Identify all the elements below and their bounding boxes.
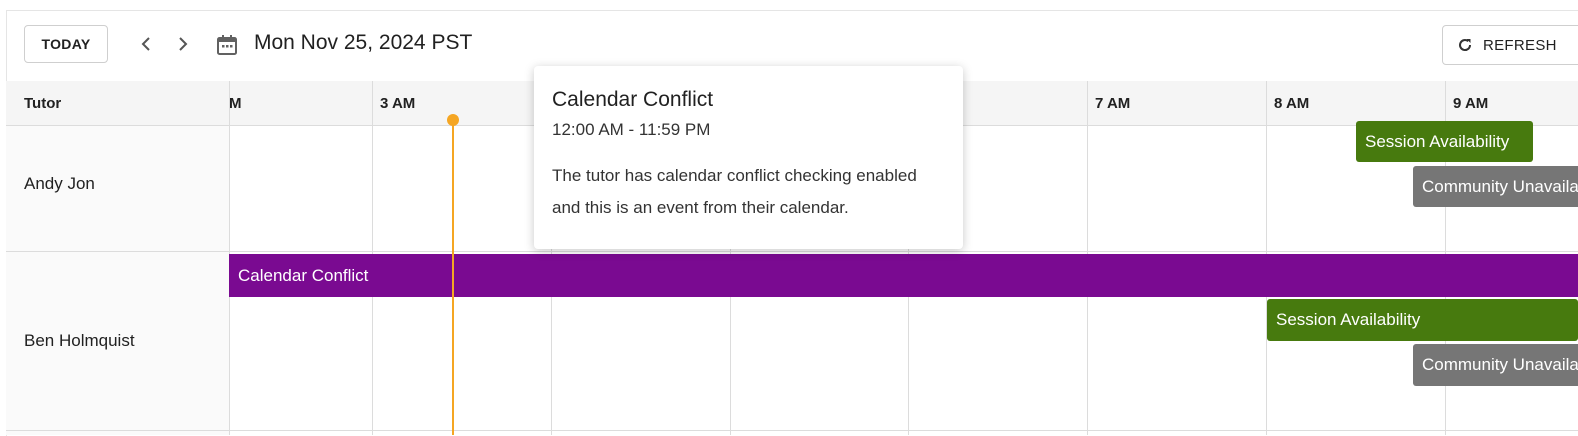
refresh-button[interactable]: REFRESH	[1442, 25, 1578, 65]
current-date-title: Mon Nov 25, 2024 PST	[254, 31, 473, 54]
event-tooltip: Calendar Conflict 12:00 AM - 11:59 PM Th…	[534, 66, 963, 249]
time-label: 3 AM	[380, 95, 416, 112]
time-label: 7 AM	[1095, 95, 1131, 112]
time-label: 9 AM	[1453, 95, 1489, 112]
time-label: M	[229, 95, 242, 112]
session-availability-event[interactable]: Session Availability	[1356, 121, 1533, 162]
community-unavailability-event[interactable]: Community Unavailability	[1413, 166, 1578, 207]
chevron-right-icon	[179, 37, 188, 51]
today-button[interactable]: TODAY	[24, 25, 108, 63]
tooltip-description: The tutor has calendar conflict checking…	[552, 166, 917, 217]
prev-day-button[interactable]	[134, 32, 158, 56]
chevron-left-icon	[141, 37, 150, 51]
time-label: 8 AM	[1274, 95, 1310, 112]
calendar-icon[interactable]	[215, 33, 239, 57]
tutor-name: Ben Holmquist	[24, 331, 135, 350]
row-divider	[6, 430, 1578, 431]
next-day-button[interactable]	[171, 32, 195, 56]
current-time-dot	[447, 114, 459, 126]
tutor-column	[6, 126, 229, 435]
refresh-label: REFRESH	[1483, 36, 1557, 54]
calendar-conflict-event[interactable]: Calendar Conflict	[229, 254, 1578, 297]
tutor-column-header: Tutor	[24, 95, 62, 112]
current-time-line	[452, 120, 454, 435]
tooltip-time-range: 12:00 AM - 11:59 PM	[552, 120, 711, 139]
tutor-name: Andy Jon	[24, 174, 95, 193]
community-unavailability-event[interactable]: Community Unavailability	[1413, 344, 1578, 386]
refresh-icon	[1459, 39, 1472, 51]
tooltip-title: Calendar Conflict	[552, 88, 714, 111]
session-availability-event[interactable]: Session Availability	[1267, 299, 1578, 341]
row-divider	[6, 251, 1578, 252]
